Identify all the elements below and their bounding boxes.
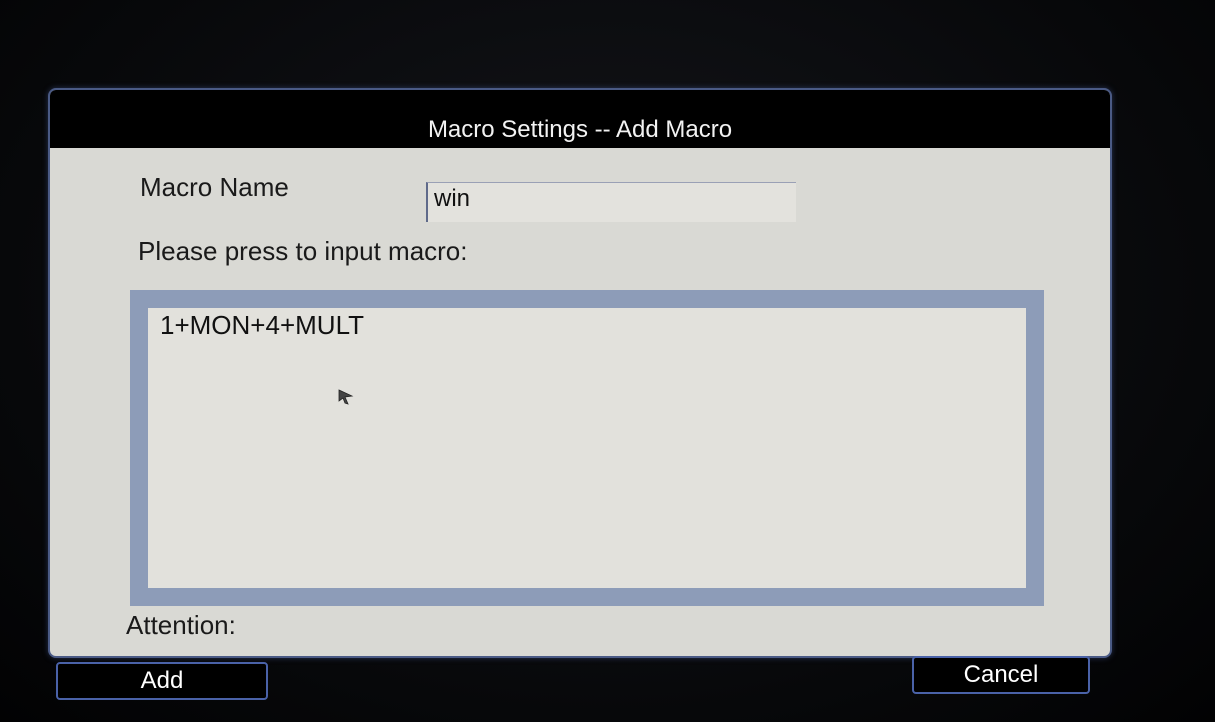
- macro-name-label: Macro Name: [140, 172, 289, 202]
- macro-sequence-text: 1+MON+4+MULT: [160, 310, 364, 340]
- add-button[interactable]: Add: [56, 662, 268, 700]
- macro-input-prompt: Please press to input macro:: [138, 236, 468, 266]
- cancel-button[interactable]: Cancel: [912, 656, 1090, 694]
- macro-name-input[interactable]: win: [426, 182, 796, 222]
- macro-sequence-area[interactable]: 1+MON+4+MULT: [130, 290, 1044, 606]
- dialog-titlebar: Macro Settings -- Add Macro: [50, 90, 1110, 148]
- macro-settings-dialog: Macro Settings -- Add Macro Macro Name w…: [48, 88, 1112, 658]
- attention-label: Attention:: [126, 610, 236, 640]
- display-screen: Macro Settings -- Add Macro Macro Name w…: [0, 0, 1215, 722]
- dialog-title: Macro Settings -- Add Macro: [427, 116, 733, 143]
- mouse-pointer-icon: [338, 389, 354, 405]
